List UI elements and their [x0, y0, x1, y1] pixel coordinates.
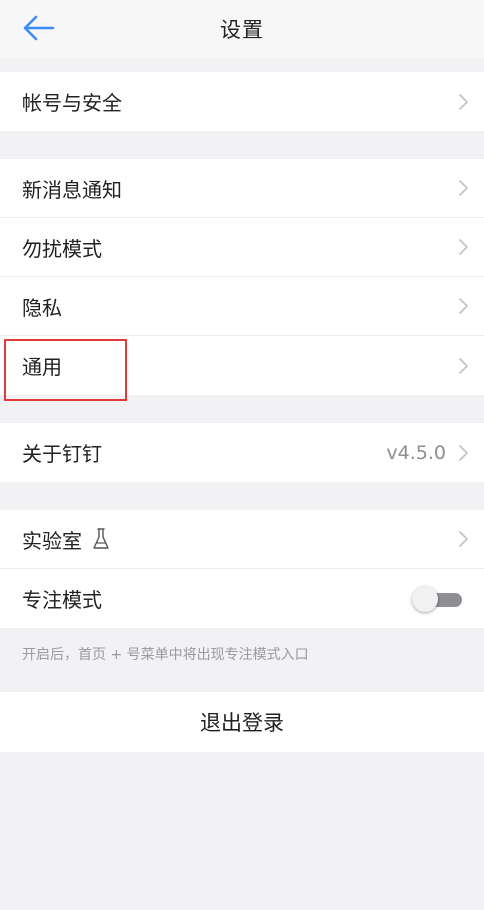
row-general[interactable]: 通用 [0, 336, 484, 395]
focus-mode-hint: 开启后，首页 + 号菜单中将出现专注模式入口 [22, 647, 309, 663]
page-title: 设置 [220, 18, 264, 42]
logout-label: 退出登录 [200, 711, 284, 735]
top-bar: 设置 [0, 0, 484, 58]
settings-group-main: 新消息通知 勿扰模式 隐私 通用 [0, 159, 484, 395]
row-label: 专注模式 [22, 588, 102, 612]
version-value: v4.5.0 [386, 441, 446, 464]
row-label: 勿扰模式 [22, 236, 102, 261]
row-label: 新消息通知 [22, 177, 122, 202]
chevron-right-icon [459, 239, 468, 255]
row-label: 通用 [22, 355, 62, 379]
toggle-knob [412, 585, 438, 612]
chevron-right-icon [459, 444, 468, 461]
row-do-not-disturb[interactable]: 勿扰模式 [0, 218, 484, 277]
flask-icon [93, 528, 109, 549]
logout-button[interactable]: 退出登录 [0, 692, 484, 752]
row-about-dingtalk[interactable]: 关于钉钉 v4.5.0 [0, 423, 484, 482]
row-lab[interactable]: 实验室 [0, 510, 484, 569]
row-focus-mode: 专注模式 [0, 569, 484, 628]
chevron-right-icon [459, 531, 468, 547]
chevron-right-icon [459, 357, 468, 374]
focus-mode-toggle[interactable] [412, 585, 462, 612]
chevron-right-icon [459, 93, 468, 110]
settings-group-account: 帐号与安全 [0, 72, 484, 131]
row-label: 实验室 [22, 528, 82, 553]
row-label: 帐号与安全 [22, 91, 122, 115]
settings-group-lab: 实验室 专注模式 [0, 510, 484, 628]
back-arrow-icon[interactable] [22, 12, 56, 44]
chevron-right-icon [459, 298, 468, 314]
chevron-right-icon [459, 180, 468, 196]
row-privacy[interactable]: 隐私 [0, 277, 484, 336]
row-label: 关于钉钉 [22, 442, 102, 466]
row-account-security[interactable]: 帐号与安全 [0, 72, 484, 131]
row-label: 隐私 [22, 295, 62, 320]
row-new-message-notification[interactable]: 新消息通知 [0, 159, 484, 218]
settings-group-about: 关于钉钉 v4.5.0 [0, 423, 484, 482]
